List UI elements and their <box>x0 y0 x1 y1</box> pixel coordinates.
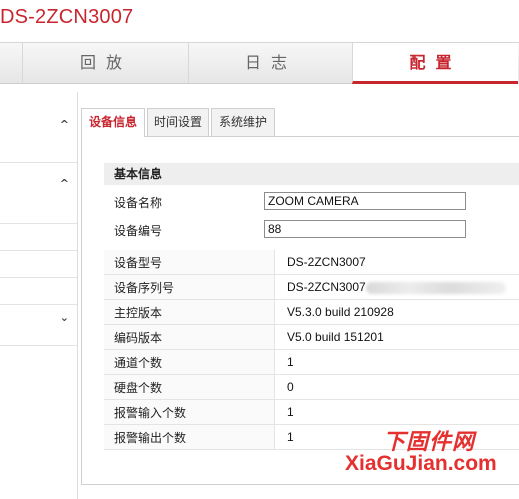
watermark-en: XiaGuJian.com <box>345 452 497 475</box>
sidebar-group-2[interactable]: ^ <box>0 163 77 224</box>
table-row: 报警输入个数 1 <box>104 399 519 425</box>
tab-time-settings[interactable]: 时间设置 <box>147 108 209 136</box>
section-title: 基本信息 <box>114 167 163 181</box>
header: DS-2ZCN3007 <box>0 0 519 40</box>
main-nav: 回放 日志 配置 <box>0 42 519 84</box>
info-label: 主控版本 <box>104 299 275 325</box>
info-label: 报警输出个数 <box>104 424 275 450</box>
info-label: 通道个数 <box>104 349 275 375</box>
info-label: 硬盘个数 <box>104 374 275 400</box>
sidebar-group-1[interactable]: ^ <box>0 92 77 163</box>
info-label: 设备序列号 <box>104 274 275 300</box>
field-device-number: 设备编号 <box>114 220 514 240</box>
sidebar-group-3[interactable]: ⌄ <box>0 305 77 346</box>
sidebar-item[interactable] <box>0 251 77 278</box>
info-label: 报警输入个数 <box>104 399 275 425</box>
field-device-name: 设备名称 <box>114 192 514 212</box>
content-tabs: 设备信息 时间设置 系统维护 <box>81 108 519 137</box>
chevron-up-icon[interactable]: ^ <box>60 177 69 190</box>
serial-text: DS-2ZCN3007 <box>287 280 366 294</box>
info-label: 编码版本 <box>104 324 275 350</box>
nav-tab-log[interactable]: 日志 <box>188 43 353 83</box>
info-value: 1 <box>274 349 519 375</box>
nav-tab-config[interactable]: 配置 <box>352 43 518 84</box>
device-title: DS-2ZCN3007 <box>0 6 134 28</box>
field-label: 设备编号 <box>114 224 163 238</box>
sidebar-item[interactable] <box>0 224 77 251</box>
table-row: 主控版本 V5.3.0 build 210928 <box>104 299 519 325</box>
sidebar: ^ ^ ⌄ <box>0 92 78 499</box>
table-row: 编码版本 V5.0 build 151201 <box>104 324 519 350</box>
info-value-serial: DS-2ZCN3007 <box>274 274 519 300</box>
table-row: 硬盘个数 0 <box>104 374 519 400</box>
info-value: V5.0 build 151201 <box>274 324 519 350</box>
field-label: 设备名称 <box>114 196 163 210</box>
info-value: 0 <box>274 374 519 400</box>
nav-tab-playback[interactable]: 回放 <box>22 43 189 83</box>
nav-tab-prev[interactable] <box>0 43 22 83</box>
tab-system-maintenance[interactable]: 系统维护 <box>211 108 275 136</box>
device-name-input[interactable] <box>264 192 466 210</box>
redaction-blur <box>365 281 506 294</box>
table-row: 设备序列号 DS-2ZCN3007 <box>104 274 519 300</box>
device-number-input[interactable] <box>264 220 466 238</box>
device-info-table: 设备型号 DS-2ZCN3007 设备序列号 DS-2ZCN3007 主控版本 … <box>104 250 519 450</box>
tab-device-info[interactable]: 设备信息 <box>81 108 145 137</box>
info-value: 1 <box>274 399 519 425</box>
watermark: 下固件网 XiaGuJian.com <box>345 424 505 484</box>
sidebar-item[interactable] <box>0 278 77 305</box>
info-value: V5.3.0 build 210928 <box>274 299 519 325</box>
table-row: 通道个数 1 <box>104 349 519 375</box>
info-label: 设备型号 <box>104 250 275 275</box>
info-value: DS-2ZCN3007 <box>274 250 519 275</box>
chevron-up-icon[interactable]: ^ <box>60 118 69 131</box>
table-row: 设备型号 DS-2ZCN3007 <box>104 250 519 275</box>
chevron-down-icon[interactable]: ⌄ <box>60 311 69 324</box>
section-basic-info: 基本信息 <box>104 163 519 185</box>
